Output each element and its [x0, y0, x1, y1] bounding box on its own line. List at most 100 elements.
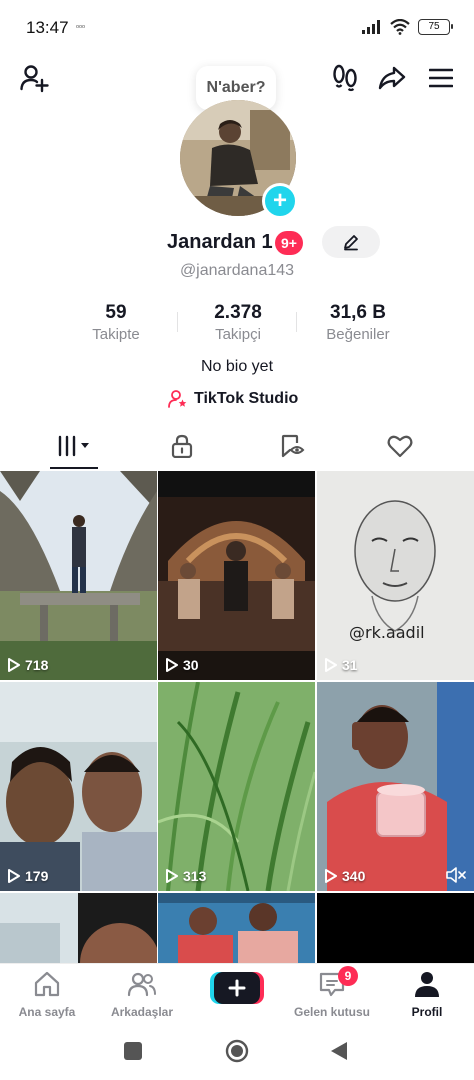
profile-icon [415, 972, 439, 997]
video-thumbnail [158, 893, 315, 967]
profile-views-button[interactable] [328, 60, 362, 96]
edit-profile-button[interactable] [322, 226, 380, 258]
muted-icon [446, 867, 466, 883]
stat-divider [296, 312, 297, 332]
play-icon [166, 658, 178, 672]
stat-likes-value: 31,6 B [330, 302, 386, 323]
video-views-count: 30 [183, 657, 199, 673]
display-name: Janardan 1 [167, 231, 273, 253]
play-icon [325, 658, 337, 672]
video-tile[interactable] [158, 893, 315, 967]
stat-followers[interactable]: 2.378 Takipçi [196, 302, 280, 343]
back-icon[interactable] [330, 1041, 348, 1061]
plus-icon: + [272, 187, 287, 214]
studio-label: TikTok Studio [194, 390, 299, 407]
stat-followers-value: 2.378 [214, 302, 262, 323]
video-watermark-tag: @rk.aadil [349, 623, 425, 642]
add-user-icon [20, 65, 49, 93]
profile-stats: 59 Takipte 2.378 Takipçi 31,6 B Beğenile… [0, 302, 474, 346]
video-views-count: 179 [25, 868, 49, 884]
video-thumbnail [317, 682, 474, 891]
stat-likes-label: Beğeniler [326, 326, 390, 343]
stat-divider [177, 312, 178, 332]
video-tile[interactable]: 313 [158, 682, 315, 891]
home-circle-icon[interactable] [225, 1039, 249, 1063]
friends-icon [127, 972, 156, 997]
system-navigation-bar [0, 1022, 474, 1080]
status-bar: 13:47 ᵒᵒᵒ 75 [0, 0, 474, 56]
nav-inbox[interactable]: Gelen kutusu [285, 970, 379, 1019]
active-tab-indicator [50, 467, 98, 469]
video-tile[interactable]: 30 [158, 471, 315, 680]
play-icon [8, 658, 20, 672]
video-tile[interactable]: @rk.aadil 31 [317, 471, 474, 680]
video-views: 179 [8, 868, 48, 884]
tab-saved[interactable] [262, 426, 322, 466]
create-button[interactable] [210, 970, 264, 1006]
nav-home-label: Ana sayfa [18, 1005, 76, 1019]
video-tile[interactable]: 340 [317, 682, 474, 891]
video-views-count: 718 [25, 657, 49, 673]
nav-profile-label: Profil [411, 1005, 443, 1019]
video-tile[interactable]: 179 [0, 682, 157, 891]
stat-likes[interactable]: 31,6 B Beğeniler [314, 302, 402, 343]
video-views: 340 [325, 868, 365, 884]
video-views: 313 [166, 868, 206, 884]
bottom-nav: Ana sayfa Arkadaşlar Gelen kutusu 9 Prof… [0, 963, 474, 1021]
tab-private[interactable] [152, 426, 212, 466]
add-story-button[interactable]: + [262, 183, 298, 219]
stat-followers-label: Takipçi [215, 326, 261, 343]
pencil-icon [344, 235, 358, 251]
video-thumbnail [158, 471, 315, 680]
home-icon [34, 971, 60, 997]
video-tile[interactable] [0, 893, 157, 967]
play-icon [166, 869, 178, 883]
play-icon [8, 869, 20, 883]
share-profile-button[interactable] [374, 60, 410, 96]
content-tabs [0, 426, 474, 470]
bio-text[interactable]: No bio yet [0, 358, 474, 376]
play-icon [325, 869, 337, 883]
nav-inbox-label: Gelen kutusu [293, 1005, 370, 1019]
studio-user-icon [168, 390, 187, 408]
tab-liked[interactable] [370, 426, 430, 466]
name-row: Janardan 1 9+ [0, 226, 474, 260]
share-icon [378, 66, 406, 90]
nav-friends-label: Arkadaşlar [110, 1005, 174, 1019]
stat-following[interactable]: 59 Takipte [76, 302, 156, 343]
stat-following-label: Takipte [92, 326, 140, 343]
signal-icon [362, 20, 380, 34]
video-thumbnail [317, 471, 474, 680]
video-views-count: 31 [342, 657, 358, 673]
video-views: 31 [325, 657, 358, 673]
video-thumbnail [0, 893, 157, 967]
hamburger-icon [429, 68, 453, 88]
inbox-badge: 9 [338, 966, 358, 986]
heart-icon [387, 435, 413, 458]
video-tile[interactable]: 718 [0, 471, 157, 680]
bookmark-eye-icon [281, 434, 305, 458]
stat-following-value: 59 [105, 302, 127, 323]
videos-grid-icon [58, 435, 89, 457]
status-indicators: 75 [362, 19, 453, 35]
video-grid: 718 30 @rk.aadil 31 179 313 340 [0, 471, 474, 967]
video-thumbnail [317, 893, 474, 967]
lock-icon [171, 434, 193, 458]
tiktok-studio-link[interactable]: TikTok Studio [168, 388, 298, 410]
video-views: 30 [166, 657, 199, 673]
video-thumbnail [158, 682, 315, 891]
video-views-count: 313 [183, 868, 207, 884]
tab-videos[interactable] [44, 426, 104, 466]
status-notification-icons: ᵒᵒᵒ [76, 23, 86, 32]
notification-badge[interactable]: 9+ [275, 231, 303, 255]
menu-button[interactable] [424, 60, 458, 96]
nav-profile[interactable]: Profil [380, 970, 474, 1019]
video-thumbnail [0, 682, 157, 891]
username: @janardana143 [179, 262, 295, 279]
nav-home[interactable]: Ana sayfa [0, 970, 94, 1019]
nav-friends[interactable]: Arkadaşlar [95, 970, 189, 1019]
video-tile[interactable] [317, 893, 474, 967]
video-thumbnail [0, 471, 157, 680]
add-friend-button[interactable] [16, 60, 52, 96]
recent-apps-icon[interactable] [124, 1042, 142, 1060]
